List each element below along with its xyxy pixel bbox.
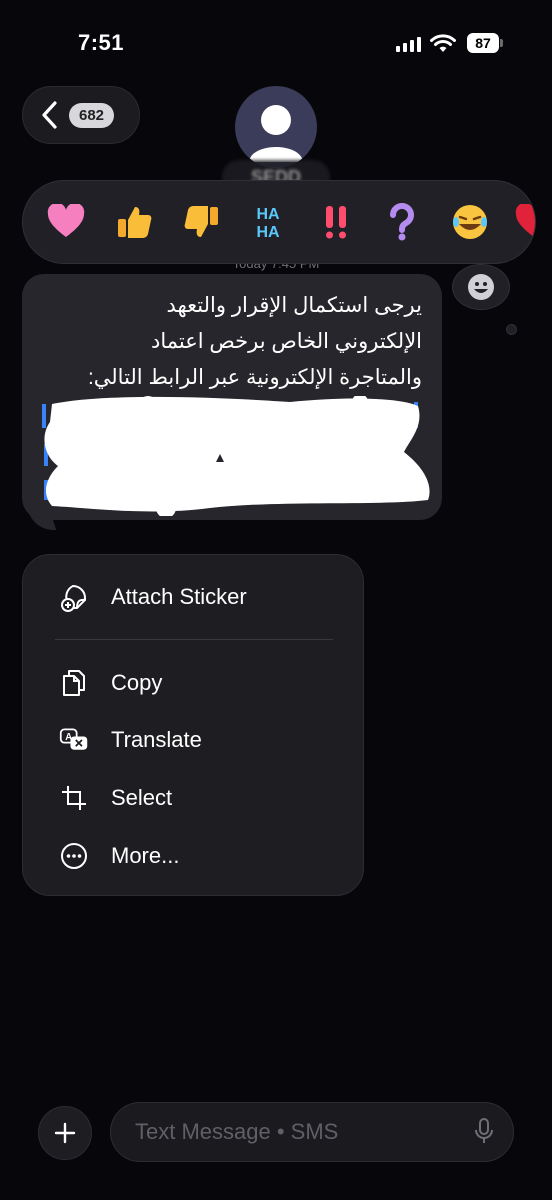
copy-menu-item[interactable]: Copy <box>59 663 162 703</box>
thumbs-up-reaction-icon[interactable] <box>113 201 155 243</box>
red-heart-emoji-icon[interactable] <box>513 201 535 243</box>
translate-label: Translate <box>111 727 202 752</box>
smiley-icon <box>468 274 494 300</box>
attach-sticker-menu-item[interactable]: Attach Sticker <box>59 577 247 617</box>
crop-select-icon <box>59 783 89 813</box>
message-text: يرجى استكمال الإقرار والتعهد الإلكتروني … <box>87 294 422 389</box>
microphone-icon[interactable] <box>474 1117 494 1150</box>
plus-icon <box>54 1122 76 1144</box>
svg-text:HA: HA <box>256 224 280 241</box>
contact-avatar[interactable] <box>235 86 317 168</box>
apps-plus-button[interactable] <box>38 1106 92 1160</box>
copy-label: Copy <box>111 670 163 695</box>
unread-count-badge: 682 <box>69 102 115 128</box>
message-input-container <box>110 1102 514 1162</box>
sticker-icon <box>59 582 89 612</box>
more-label: More... <box>111 843 180 868</box>
ellipsis-circle-icon <box>59 841 89 871</box>
wifi-icon <box>430 34 456 59</box>
emoji-picker-button[interactable] <box>452 264 510 310</box>
redacted-link <box>42 396 430 516</box>
battery-nub <box>500 39 503 47</box>
more-menu-item[interactable]: More... <box>59 836 179 876</box>
battery-indicator: 87 <box>467 33 499 53</box>
message-input[interactable] <box>133 1118 457 1146</box>
attach-sticker-label: Attach Sticker <box>111 584 247 609</box>
thumbs-down-reaction-icon[interactable] <box>181 201 223 243</box>
select-menu-item[interactable]: Select <box>59 778 172 818</box>
tapback-reaction-bar: HA HA <box>22 180 536 264</box>
svg-text:HA: HA <box>256 206 280 223</box>
cellular-signal-icon <box>396 36 421 52</box>
translate-menu-item[interactable]: A Translate <box>59 720 202 760</box>
select-label: Select <box>111 785 173 810</box>
laughing-emoji-icon[interactable] <box>449 201 491 243</box>
person-icon <box>249 105 303 162</box>
heart-reaction-icon[interactable] <box>45 201 87 243</box>
haha-reaction-icon[interactable]: HA HA <box>247 201 289 243</box>
status-time: 7:51 <box>78 30 125 55</box>
back-button[interactable]: 682 <box>22 86 140 144</box>
translate-icon: A <box>59 725 89 755</box>
exclamation-reaction-icon[interactable] <box>315 201 357 243</box>
menu-divider <box>55 639 333 640</box>
message-context-menu: Attach Sticker Copy A Translate Select M… <box>22 554 364 896</box>
reaction-bubble-tail <box>506 324 517 335</box>
question-reaction-icon[interactable] <box>381 201 423 243</box>
chevron-left-icon <box>42 101 57 129</box>
copy-icon <box>59 668 89 698</box>
